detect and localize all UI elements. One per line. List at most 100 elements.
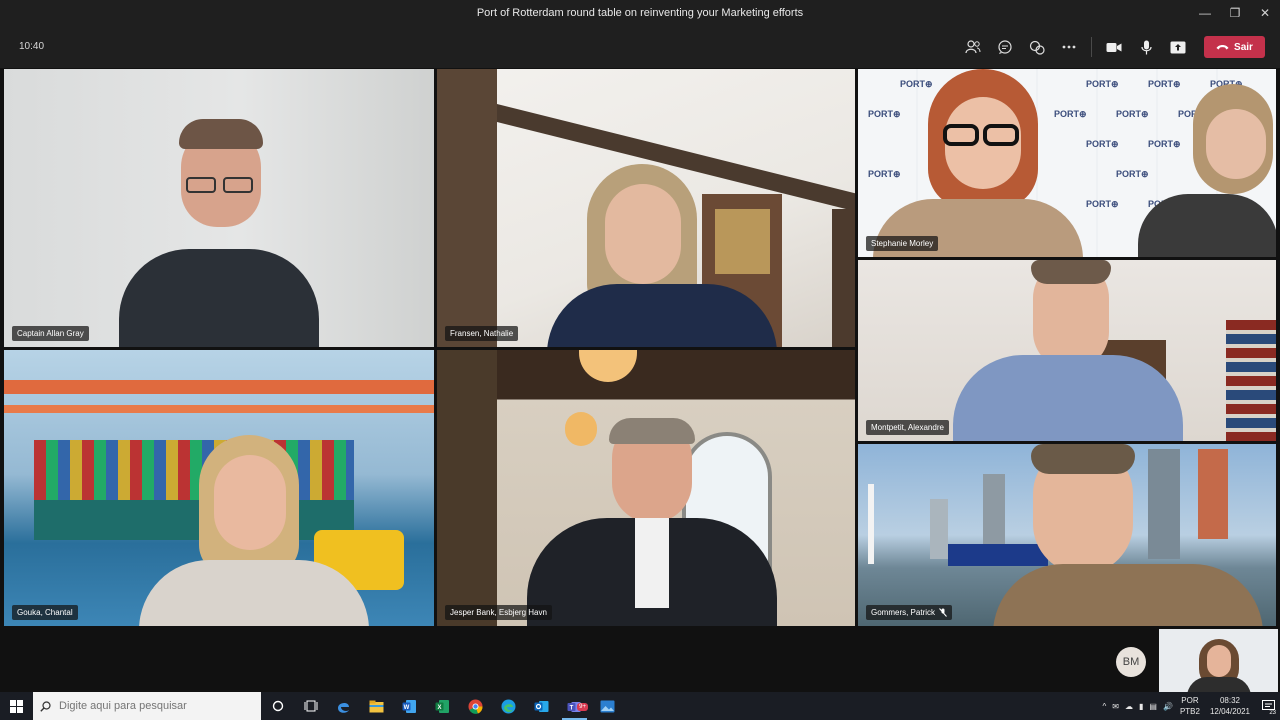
participant-nametag: Jesper Bank, Esbjerg Havn (445, 605, 552, 620)
video-tile-fransen-nathalie[interactable]: Fransen, Nathalie (437, 69, 855, 347)
meeting-toolbar: 10:40 Sair (0, 26, 1280, 68)
mail-tray-icon[interactable]: ✉ (1112, 702, 1119, 711)
svg-text:W: W (404, 705, 410, 711)
participant-name: Montpetit, Alexandre (871, 423, 944, 432)
clock-time: 08:32 (1219, 696, 1240, 705)
chat-icon (998, 39, 1012, 54)
chrome-icon (468, 699, 483, 714)
chrome-app[interactable] (459, 692, 492, 720)
taskbar-search[interactable] (33, 692, 261, 720)
participants-button[interactable] (957, 34, 989, 60)
more-actions-icon (1062, 45, 1076, 49)
participant-name: Stephanie Morley (871, 239, 934, 248)
self-initials: BM (1122, 656, 1140, 668)
camera-button[interactable] (1098, 34, 1130, 60)
cortana-icon (272, 700, 283, 712)
outlook-icon (534, 700, 549, 712)
video-tile-gommers-patrick[interactable]: Gommers, Patrick (858, 444, 1276, 626)
language-indicator[interactable]: POR PTB2 (1180, 695, 1200, 717)
video-tile-montpetit-alexandre[interactable]: Montpetit, Alexandre (858, 260, 1276, 441)
participant-nametag: Stephanie Morley (866, 236, 939, 251)
windows-logo-icon (10, 699, 23, 713)
video-tile-stephanie-morley[interactable]: PORT⊕ PORT⊕ PORT⊕ PORT⊕ PORT⊕ PORT⊕ PORT⊕ PORT… (858, 69, 1276, 257)
title-bar: Port of Rotterdam round table on reinven… (0, 0, 1280, 26)
share-screen-button[interactable] (1162, 34, 1194, 60)
chat-button[interactable] (989, 34, 1021, 60)
participant-video (953, 260, 1183, 441)
more-actions-button[interactable] (1053, 34, 1085, 60)
start-button[interactable] (0, 692, 33, 720)
toolbar-divider (1091, 37, 1092, 57)
teams-notification-badge: 9+ (577, 703, 588, 711)
participant-nametag: Gommers, Patrick (866, 605, 953, 620)
participant-name: Gouka, Chantal (17, 608, 73, 617)
task-view-button[interactable] (294, 692, 327, 720)
participants-icon (965, 40, 981, 54)
task-view-icon (304, 700, 317, 712)
edge-legacy-app[interactable] (327, 692, 360, 720)
self-avatar[interactable]: BM (1116, 647, 1146, 677)
breakout-rooms-button[interactable] (1021, 34, 1053, 60)
taskbar-clock[interactable]: 08:32 12/04/2021 (1210, 695, 1250, 717)
breakout-rooms-icon (1029, 40, 1045, 55)
close-icon[interactable]: ✕ (1250, 0, 1280, 26)
camera-icon (1106, 42, 1122, 52)
maximize-icon[interactable]: ❐ (1220, 0, 1250, 26)
participant-video (993, 444, 1263, 626)
volume-icon[interactable]: 🔊 (1163, 702, 1173, 711)
video-stage: Captain Allan Gray Fransen, Nathalie POR… (0, 68, 1280, 692)
photos-app[interactable] (591, 692, 624, 720)
video-tile-jesper-bank[interactable]: Jesper Bank, Esbjerg Havn (437, 350, 855, 626)
microphone-button[interactable] (1130, 34, 1162, 60)
participant-name: Gommers, Patrick (871, 608, 936, 617)
outlook-app[interactable] (525, 692, 558, 720)
microphone-icon (1140, 40, 1152, 54)
search-icon (40, 700, 51, 712)
keyboard-layout: PTB2 (1179, 707, 1200, 716)
excel-app[interactable]: X (426, 692, 459, 720)
notification-count: 23 (1269, 710, 1276, 716)
notification-center-button[interactable]: 23 (1256, 692, 1280, 720)
second-person-video (1138, 84, 1276, 257)
edge-app[interactable] (492, 692, 525, 720)
self-video-preview[interactable] (1159, 629, 1278, 692)
participant-name: Jesper Bank, Esbjerg Havn (450, 608, 547, 617)
participant-video (119, 119, 319, 347)
video-tile-gouka-chantal[interactable]: Gouka, Chantal (4, 350, 434, 626)
participant-name: Fransen, Nathalie (450, 329, 514, 338)
participant-nametag: Fransen, Nathalie (445, 326, 519, 341)
network-icon[interactable]: ▤ (1149, 702, 1157, 711)
window-title: Port of Rotterdam round table on reinven… (476, 7, 804, 19)
participant-nametag: Captain Allan Gray (12, 326, 89, 341)
edge-legacy-icon (338, 702, 349, 713)
participant-video (139, 435, 369, 626)
windows-taskbar: W X T 9+ ^ ✉ ☁ ▮ ▤ 🔊 POR PTB2 08:32 12/0… (0, 692, 1280, 720)
file-explorer-app[interactable] (360, 692, 393, 720)
show-hidden-icons-icon[interactable]: ^ (1103, 702, 1107, 711)
edge-icon (501, 699, 516, 713)
system-tray: ^ ✉ ☁ ▮ ▤ 🔊 POR PTB2 08:32 12/04/2021 23 (1100, 692, 1280, 720)
share-screen-icon (1170, 41, 1186, 53)
participant-video (547, 164, 777, 347)
cortana-button[interactable] (261, 692, 294, 720)
phone-hangup-icon (1216, 45, 1229, 50)
excel-icon: X (435, 699, 449, 713)
video-tile-captain-allan-gray[interactable]: Captain Allan Gray (4, 69, 434, 347)
battery-icon[interactable]: ▮ (1139, 702, 1143, 711)
leave-button[interactable]: Sair (1204, 36, 1265, 58)
leave-label: Sair (1234, 41, 1253, 53)
word-icon: W (402, 699, 416, 713)
word-app[interactable]: W (393, 692, 426, 720)
svg-text:T: T (570, 705, 574, 711)
participant-nametag: Gouka, Chantal (12, 605, 78, 620)
participant-video (527, 418, 777, 626)
onedrive-icon[interactable]: ☁ (1125, 702, 1133, 711)
file-explorer-icon (369, 700, 384, 712)
participant-nametag: Montpetit, Alexandre (866, 420, 949, 435)
search-input[interactable] (59, 700, 249, 712)
participant-name: Captain Allan Gray (17, 329, 84, 338)
teams-app[interactable]: T 9+ (558, 692, 591, 720)
minimize-icon[interactable]: — (1190, 0, 1220, 26)
svg-text:X: X (437, 705, 441, 711)
language-code: POR (1181, 696, 1199, 705)
